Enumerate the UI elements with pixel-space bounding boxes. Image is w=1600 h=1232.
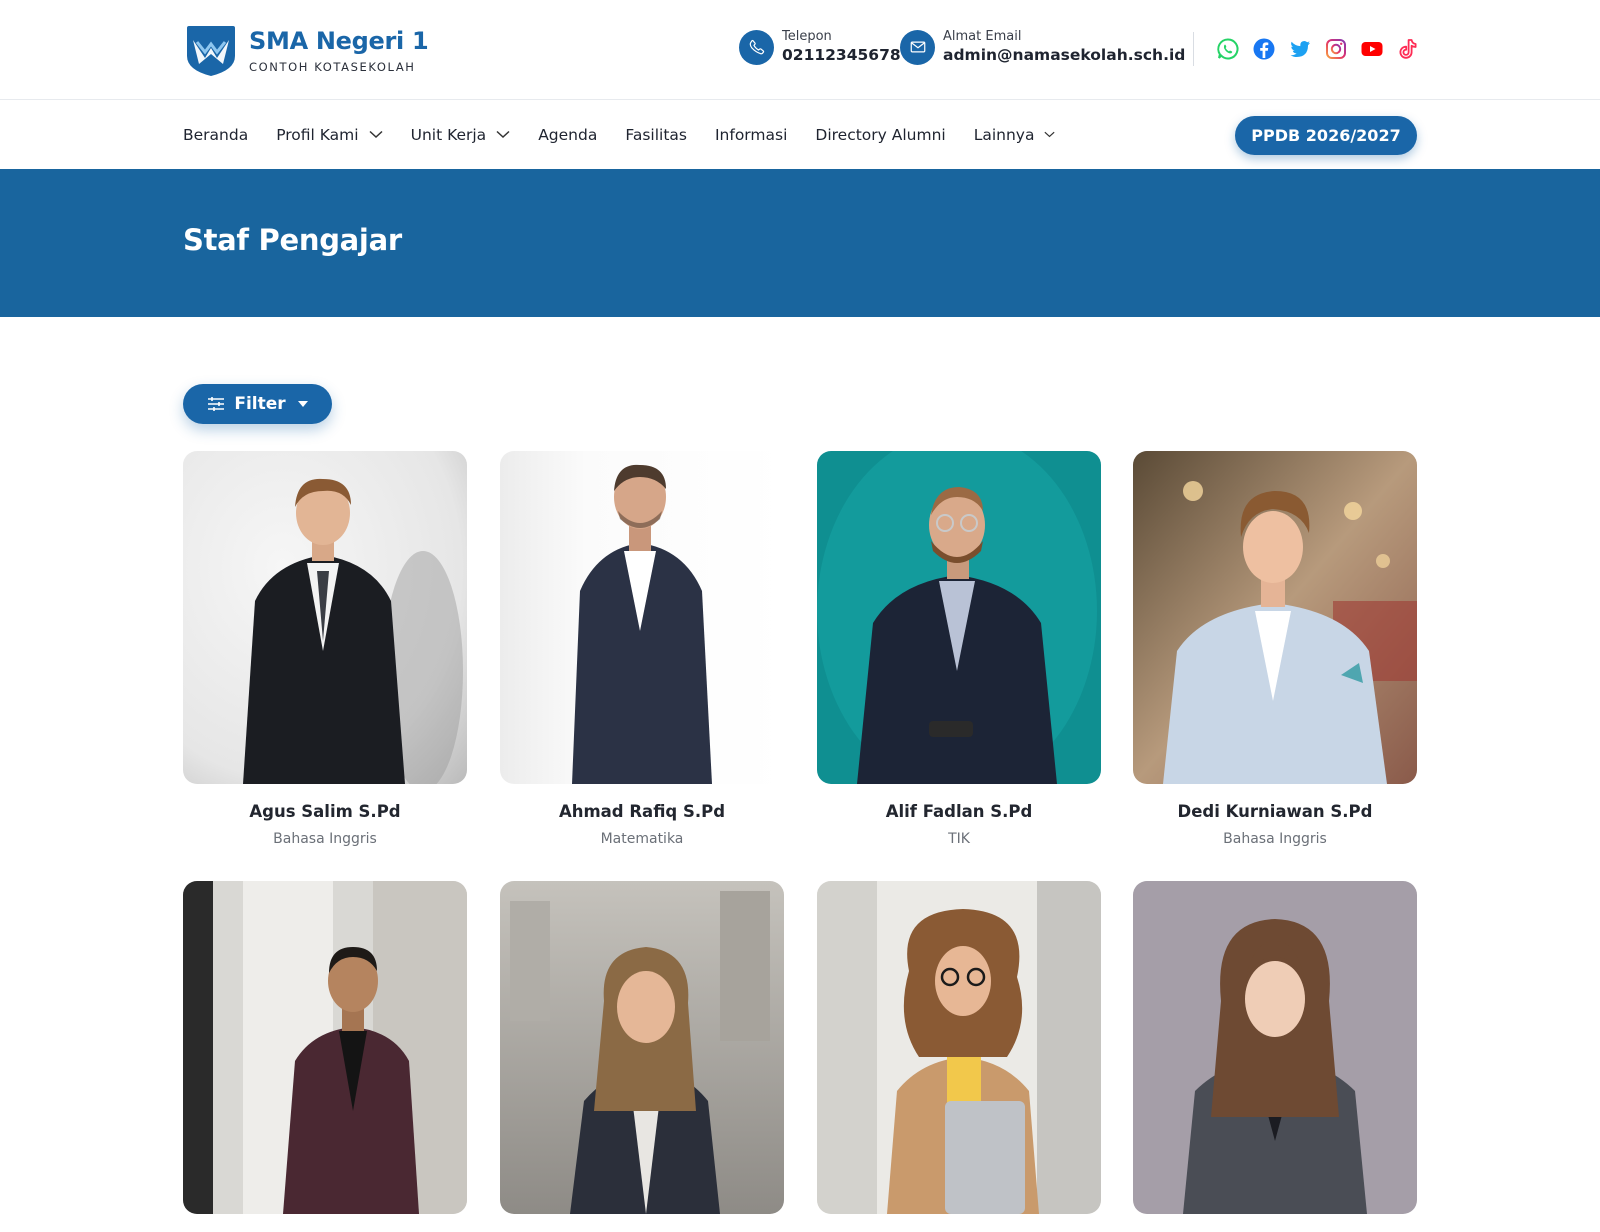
nav-item-label: Profil Kami	[276, 125, 359, 144]
main-nav: Beranda Profil Kami Unit Kerja Agenda Fa…	[0, 100, 1600, 169]
divider	[1193, 32, 1194, 66]
nav-item-label: Agenda	[538, 125, 598, 144]
teacher-subject: Bahasa Inggris	[1223, 831, 1327, 847]
school-logo[interactable]: SMA Negeri 1 CONTOH KOTASEKOLAH	[183, 22, 429, 78]
phone-icon	[739, 29, 774, 65]
ppdb-button[interactable]: PPDB 2026/2027	[1235, 116, 1417, 155]
nav-item-lainnya[interactable]: Lainnya	[974, 126, 1056, 144]
teacher-photo	[183, 881, 467, 1214]
shield-logo-icon	[187, 26, 235, 76]
teacher-card[interactable]	[183, 881, 467, 1232]
email-value: admin@namasekolah.sch.id	[943, 46, 1186, 64]
teacher-card[interactable]: Agus Salim S.Pd Bahasa Inggris	[183, 451, 467, 847]
chevron-down-icon	[1044, 131, 1056, 138]
teacher-photo	[1133, 451, 1417, 784]
phone-value: 02112345678	[782, 46, 901, 64]
teacher-name: Alif Fadlan S.Pd	[885, 802, 1033, 821]
chevron-down-icon	[496, 130, 510, 139]
social-links	[1216, 37, 1420, 61]
page-title: Staf Pengajar	[183, 223, 402, 257]
nav-item-label: Beranda	[183, 125, 249, 144]
teacher-card[interactable]: Alif Fadlan S.Pd TIK	[817, 451, 1101, 847]
twitter-icon[interactable]	[1288, 37, 1312, 61]
nav-item-label: Lainnya	[973, 125, 1035, 144]
nav-item-unit-kerja[interactable]: Unit Kerja	[411, 126, 511, 144]
chevron-down-icon	[369, 130, 383, 139]
filter-label: Filter	[234, 394, 286, 414]
teacher-card[interactable]: Ahmad Rafiq S.Pd Matematika	[500, 451, 784, 847]
filter-button[interactable]: Filter	[183, 384, 332, 424]
contact-phone[interactable]: Telepon 02112345678	[739, 29, 901, 65]
nav-item-profil-kami[interactable]: Profil Kami	[276, 125, 383, 144]
facebook-icon[interactable]	[1252, 37, 1276, 61]
teacher-name: Dedi Kurniawan S.Pd	[1177, 802, 1373, 821]
school-city: CONTOH KOTASEKOLAH	[249, 59, 416, 74]
nav-item-fasilitas[interactable]: Fasilitas	[625, 126, 687, 144]
teacher-name: Agus Salim S.Pd	[249, 802, 401, 821]
email-label: Almat Email	[943, 29, 1022, 44]
whatsapp-icon[interactable]	[1216, 37, 1240, 61]
teacher-name: Ahmad Rafiq S.Pd	[558, 802, 726, 821]
teacher-photo	[500, 451, 784, 784]
nav-item-agenda[interactable]: Agenda	[538, 126, 597, 144]
teacher-photo	[500, 881, 784, 1214]
sliders-icon	[208, 397, 225, 411]
nav-item-directory-alumni[interactable]: Directory Alumni	[815, 126, 945, 144]
nav-item-label: Informasi	[714, 125, 788, 144]
school-name: SMA Negeri 1	[249, 26, 429, 55]
nav-item-beranda[interactable]: Beranda	[183, 126, 248, 144]
nav-item-label: Fasilitas	[625, 125, 687, 144]
teacher-card[interactable]: Dedi Kurniawan S.Pd Bahasa Inggris	[1133, 451, 1417, 847]
page-header-banner: Staf Pengajar	[0, 169, 1600, 317]
teacher-photo	[1133, 881, 1417, 1214]
teacher-card[interactable]	[500, 881, 784, 1232]
nav-item-label: Unit Kerja	[410, 125, 487, 144]
tiktok-icon[interactable]	[1396, 37, 1420, 61]
instagram-icon[interactable]	[1324, 37, 1348, 61]
contact-email[interactable]: Almat Email admin@namasekolah.sch.id	[900, 29, 1185, 65]
teacher-card[interactable]	[1133, 881, 1417, 1232]
teacher-photo	[817, 451, 1101, 784]
teacher-subject: Matematika	[600, 831, 684, 847]
teacher-photo	[817, 881, 1101, 1214]
youtube-icon[interactable]	[1360, 37, 1384, 61]
teacher-subject: Bahasa Inggris	[273, 831, 377, 847]
teacher-subject: TIK	[948, 831, 970, 847]
mail-icon	[900, 29, 935, 65]
nav-item-label: Directory Alumni	[815, 125, 946, 144]
teacher-photo	[183, 451, 467, 784]
nav-item-informasi[interactable]: Informasi	[715, 126, 787, 144]
teacher-card[interactable]	[817, 881, 1101, 1232]
caret-down-icon	[297, 401, 308, 407]
top-bar: SMA Negeri 1 CONTOH KOTASEKOLAH Telepon …	[0, 0, 1600, 100]
phone-label: Telepon	[782, 29, 832, 44]
